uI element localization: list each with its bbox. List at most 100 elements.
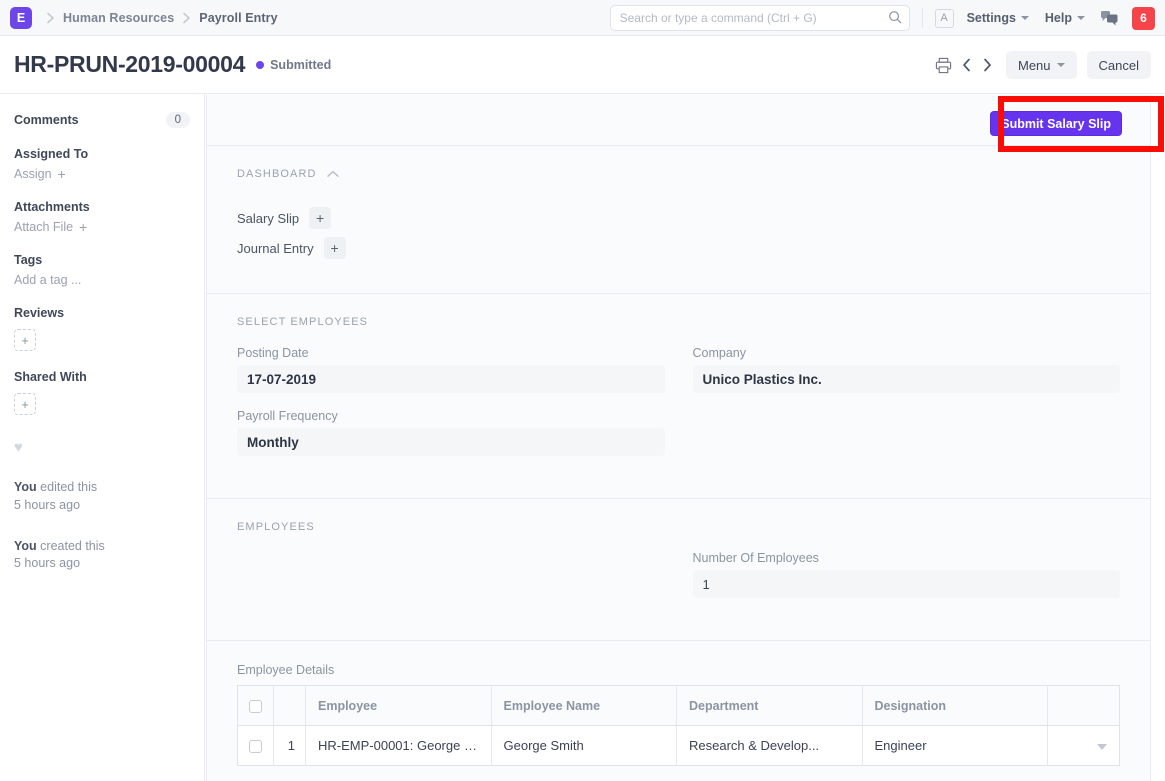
settings-label: Settings: [966, 11, 1016, 25]
settings-menu[interactable]: Settings: [967, 11, 1029, 25]
select-employees-grid: Posting Date 17-07-2019 Payroll Frequenc…: [237, 346, 1120, 472]
number-of-employees-field: Number Of Employees 1: [692, 551, 1120, 598]
dashboard-title-label: DASHBOARD: [237, 168, 317, 180]
row-expand-cell[interactable]: [1048, 726, 1120, 766]
app-logo[interactable]: E: [10, 6, 32, 29]
form-card: Submit Salary Slip DASHBOARD Salary Slip…: [206, 95, 1164, 781]
sidebar-tags: Tags Add a tag ...: [14, 253, 190, 287]
row-employee[interactable]: HR-EMP-00001: George Smith: [305, 725, 492, 766]
activity-time-edited: 5 hours ago: [14, 497, 81, 512]
add-review-button[interactable]: +: [14, 329, 36, 351]
add-share-button[interactable]: +: [14, 393, 36, 415]
form-toolbar: Submit Salary Slip: [207, 95, 1164, 152]
employees-grid: Number Of Employees 1: [237, 551, 1120, 614]
sidebar-reviews: Reviews +: [14, 306, 190, 351]
select-employees-col-left: Posting Date 17-07-2019 Payroll Frequenc…: [237, 346, 665, 472]
payroll-frequency-field: Payroll Frequency Monthly: [237, 409, 665, 456]
navbar-right-group: A Settings Help 6: [609, 0, 1155, 36]
select-employees-section: SELECT EMPLOYEES Posting Date 17-07-2019…: [207, 294, 1150, 499]
menu-label: Menu: [1018, 57, 1051, 73]
header-department[interactable]: Department: [676, 685, 863, 726]
activity-time-created: 5 hours ago: [14, 556, 81, 571]
add-salary-slip-button[interactable]: +: [309, 207, 332, 229]
row-employee-name[interactable]: George Smith: [491, 725, 677, 766]
breadcrumb-payroll-entry[interactable]: Payroll Entry: [199, 11, 277, 25]
reviews-label: Reviews: [14, 306, 65, 320]
avatar[interactable]: A: [934, 8, 954, 28]
dashboard-section: DASHBOARD Salary Slip + Journal Entry +: [207, 146, 1150, 294]
breadcrumb-human-resources[interactable]: Human Resources: [63, 11, 174, 25]
add-journal-entry-button[interactable]: +: [323, 237, 346, 259]
activity-actor-created: You: [14, 538, 37, 553]
sidebar-comments[interactable]: Comments 0: [14, 112, 190, 128]
activity-action-created: created this: [36, 538, 105, 553]
employee-details-table: Employee Employee Name Department Design…: [237, 685, 1120, 766]
payroll-frequency-label: Payroll Frequency: [237, 409, 338, 423]
employees-col-right: Number Of Employees 1: [692, 551, 1120, 614]
header-select-all[interactable]: [237, 685, 274, 726]
checkbox-row-icon[interactable]: [249, 740, 262, 754]
company-label: Company: [692, 346, 747, 360]
search-input[interactable]: [609, 5, 910, 31]
chevron-down-icon-menu: [1056, 63, 1065, 67]
select-employees-col-right: Company Unico Plastics Inc.: [692, 346, 1120, 472]
company-field: Company Unico Plastics Inc.: [692, 346, 1120, 393]
company-input[interactable]: Unico Plastics Inc.: [692, 365, 1120, 393]
attach-file-button[interactable]: Attach File +: [14, 220, 190, 234]
next-doc-icon[interactable]: [979, 52, 996, 78]
posting-date-field: Posting Date 17-07-2019: [237, 346, 665, 393]
row-checkbox-cell[interactable]: [237, 725, 274, 766]
attachments-label: Attachments: [14, 200, 90, 214]
page-header: HR-PRUN-2019-00004 Submitted Menu Cancel: [0, 36, 1165, 94]
number-of-employees-input[interactable]: 1: [692, 570, 1120, 598]
chevron-down-icon-row[interactable]: [1097, 744, 1107, 750]
print-icon[interactable]: [932, 52, 954, 78]
search-wrapper: [609, 5, 910, 31]
help-menu[interactable]: Help: [1045, 11, 1085, 25]
row-designation[interactable]: Engineer: [862, 725, 1048, 766]
assign-button[interactable]: Assign +: [14, 167, 190, 181]
salary-slip-label[interactable]: Salary Slip: [237, 211, 299, 226]
chevron-down-icon: [1020, 16, 1029, 20]
assigned-to-label: Assigned To: [14, 147, 89, 161]
activity-action-edited: edited this: [36, 480, 98, 494]
add-tag-input[interactable]: Add a tag ...: [14, 273, 190, 287]
cancel-button[interactable]: Cancel: [1086, 51, 1151, 79]
chat-icon[interactable]: [1101, 10, 1118, 26]
dashboard-link-journal-entry: Journal Entry +: [237, 237, 1120, 259]
previous-doc-icon[interactable]: [958, 52, 975, 78]
table-row[interactable]: 1 HR-EMP-00001: George Smith George Smit…: [237, 725, 1120, 766]
like-heart-icon[interactable]: ♥: [14, 439, 190, 456]
search-icon[interactable]: [888, 10, 902, 29]
payroll-frequency-input[interactable]: Monthly: [237, 428, 665, 456]
chevron-down-icon-help: [1077, 16, 1085, 20]
navbar-divider: [921, 8, 923, 28]
plus-icon-assign: +: [57, 166, 66, 182]
page-header-actions: Menu Cancel: [932, 36, 1151, 94]
checkbox-select-all-icon[interactable]: [249, 699, 262, 713]
assign-label: Assign: [14, 167, 52, 181]
dashboard-section-title[interactable]: DASHBOARD: [237, 168, 1120, 180]
header-employee[interactable]: Employee: [305, 685, 492, 726]
header-designation[interactable]: Designation: [862, 685, 1048, 726]
comments-label: Comments: [14, 113, 79, 127]
dashboard-links: Salary Slip + Journal Entry +: [237, 207, 1120, 259]
status-dot-icon: [256, 60, 265, 69]
employee-details-label: Employee Details: [237, 663, 335, 677]
row-department[interactable]: Research & Develop...: [676, 725, 863, 766]
page-title: HR-PRUN-2019-00004: [14, 51, 246, 77]
page-body: Comments 0 Assigned To Assign + Attachme…: [0, 94, 1165, 781]
header-employee-name[interactable]: Employee Name: [491, 685, 677, 726]
plus-icon-attach: +: [79, 219, 88, 235]
help-label: Help: [1044, 11, 1072, 25]
shared-with-label: Shared With: [14, 370, 87, 384]
submit-salary-slip-button[interactable]: Submit Salary Slip: [990, 111, 1122, 136]
breadcrumb-separator-icon-2: [174, 12, 199, 24]
notification-badge[interactable]: 6: [1132, 6, 1155, 30]
journal-entry-label[interactable]: Journal Entry: [237, 241, 314, 256]
posting-date-input[interactable]: 17-07-2019: [237, 365, 665, 393]
header-index: [273, 685, 306, 726]
activity-edited: You edited this 5 hours ago: [14, 479, 190, 515]
menu-button[interactable]: Menu: [1006, 51, 1077, 79]
form-main: Submit Salary Slip DASHBOARD Salary Slip…: [205, 94, 1165, 781]
